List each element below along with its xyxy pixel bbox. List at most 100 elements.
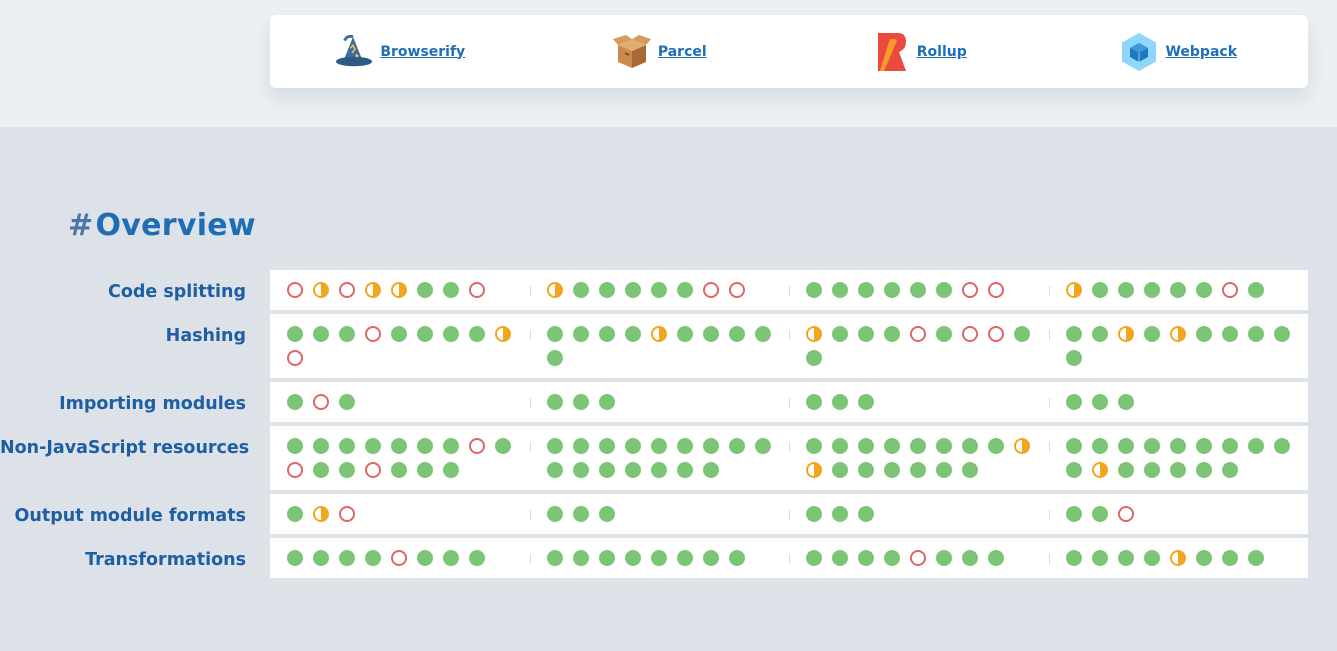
status-dot-full[interactable]	[832, 326, 848, 342]
tool-link-rollup[interactable]: Rollup	[917, 44, 967, 60]
status-dot-full[interactable]	[546, 326, 563, 342]
status-dot-full[interactable]	[832, 550, 848, 566]
status-dot-full[interactable]	[702, 326, 719, 342]
status-dot-full[interactable]	[495, 438, 511, 454]
status-dot-full[interactable]	[1195, 550, 1212, 566]
status-dot-full[interactable]	[287, 394, 303, 410]
status-dot-full[interactable]	[443, 282, 459, 298]
status-dot-full[interactable]	[676, 438, 693, 454]
status-dot-full[interactable]	[962, 438, 978, 454]
status-dot-full[interactable]	[832, 506, 848, 522]
status-dot-partial[interactable]	[806, 462, 822, 478]
status-dot-full[interactable]	[936, 282, 952, 298]
status-dot-full[interactable]	[313, 326, 329, 342]
status-dot-full[interactable]	[1221, 550, 1238, 566]
status-dot-full[interactable]	[339, 462, 355, 478]
status-dot-full[interactable]	[1195, 462, 1212, 478]
status-dot-none[interactable]	[702, 282, 719, 298]
status-dot-full[interactable]	[1117, 438, 1134, 454]
status-dot-full[interactable]	[546, 462, 563, 478]
status-dot-partial[interactable]	[1014, 438, 1030, 454]
status-dot-full[interactable]	[417, 282, 433, 298]
status-dot-partial[interactable]	[1065, 282, 1082, 298]
status-dot-full[interactable]	[936, 550, 952, 566]
status-dot-full[interactable]	[1195, 438, 1212, 454]
status-dot-full[interactable]	[832, 282, 848, 298]
status-dot-none[interactable]	[1117, 506, 1134, 522]
status-dot-full[interactable]	[728, 438, 745, 454]
status-dot-full[interactable]	[339, 326, 355, 342]
status-dot-full[interactable]	[1065, 462, 1082, 478]
anchor-link[interactable]: #	[68, 208, 93, 243]
status-dot-full[interactable]	[624, 438, 641, 454]
status-dot-full[interactable]	[988, 438, 1004, 454]
status-dot-full[interactable]	[287, 326, 303, 342]
status-dot-full[interactable]	[728, 550, 745, 566]
status-dot-none[interactable]	[287, 462, 303, 478]
status-dot-full[interactable]	[391, 326, 407, 342]
status-dot-full[interactable]	[624, 326, 641, 342]
status-dot-full[interactable]	[1169, 462, 1186, 478]
status-dot-full[interactable]	[572, 506, 589, 522]
status-dot-full[interactable]	[417, 462, 433, 478]
status-dot-full[interactable]	[832, 394, 848, 410]
status-dot-full[interactable]	[884, 282, 900, 298]
status-dot-full[interactable]	[676, 550, 693, 566]
status-dot-full[interactable]	[339, 394, 355, 410]
status-dot-none[interactable]	[287, 282, 303, 298]
status-dot-full[interactable]	[936, 462, 952, 478]
status-dot-full[interactable]	[858, 550, 874, 566]
status-dot-full[interactable]	[339, 550, 355, 566]
tool-parcel[interactable]: Parcel	[530, 15, 790, 88]
status-dot-full[interactable]	[546, 506, 563, 522]
status-dot-none[interactable]	[728, 282, 745, 298]
status-dot-none[interactable]	[988, 282, 1004, 298]
status-dot-full[interactable]	[469, 326, 485, 342]
status-dot-none[interactable]	[962, 326, 978, 342]
status-dot-full[interactable]	[572, 394, 589, 410]
status-dot-full[interactable]	[1065, 394, 1082, 410]
status-dot-full[interactable]	[339, 438, 355, 454]
status-dot-full[interactable]	[1065, 326, 1082, 342]
status-dot-full[interactable]	[962, 550, 978, 566]
status-dot-full[interactable]	[1143, 462, 1160, 478]
status-dot-none[interactable]	[365, 462, 381, 478]
status-dot-full[interactable]	[1247, 326, 1264, 342]
status-dot-full[interactable]	[1169, 438, 1186, 454]
status-dot-full[interactable]	[1091, 326, 1108, 342]
status-dot-full[interactable]	[676, 282, 693, 298]
status-dot-full[interactable]	[1117, 282, 1134, 298]
status-dot-full[interactable]	[884, 462, 900, 478]
status-dot-full[interactable]	[365, 550, 381, 566]
status-dot-full[interactable]	[1091, 506, 1108, 522]
status-dot-full[interactable]	[1065, 550, 1082, 566]
status-dot-full[interactable]	[728, 326, 745, 342]
status-dot-partial[interactable]	[495, 326, 511, 342]
status-dot-full[interactable]	[1091, 282, 1108, 298]
status-dot-none[interactable]	[313, 394, 329, 410]
status-dot-full[interactable]	[443, 326, 459, 342]
status-dot-full[interactable]	[884, 326, 900, 342]
status-dot-full[interactable]	[1221, 326, 1238, 342]
status-dot-full[interactable]	[598, 394, 615, 410]
status-dot-full[interactable]	[1065, 438, 1082, 454]
status-dot-full[interactable]	[858, 438, 874, 454]
status-dot-full[interactable]	[1195, 282, 1212, 298]
status-dot-full[interactable]	[754, 438, 771, 454]
status-dot-full[interactable]	[676, 326, 693, 342]
status-dot-full[interactable]	[572, 438, 589, 454]
status-dot-full[interactable]	[806, 350, 822, 366]
status-dot-full[interactable]	[884, 550, 900, 566]
tool-link-parcel[interactable]: Parcel	[658, 44, 707, 60]
status-dot-none[interactable]	[339, 506, 355, 522]
status-dot-full[interactable]	[624, 550, 641, 566]
status-dot-full[interactable]	[858, 506, 874, 522]
status-dot-full[interactable]	[650, 462, 667, 478]
status-dot-full[interactable]	[1221, 438, 1238, 454]
status-dot-full[interactable]	[1247, 438, 1264, 454]
status-dot-full[interactable]	[910, 438, 926, 454]
status-dot-full[interactable]	[1247, 282, 1264, 298]
status-dot-full[interactable]	[572, 462, 589, 478]
status-dot-none[interactable]	[391, 550, 407, 566]
status-dot-full[interactable]	[988, 550, 1004, 566]
